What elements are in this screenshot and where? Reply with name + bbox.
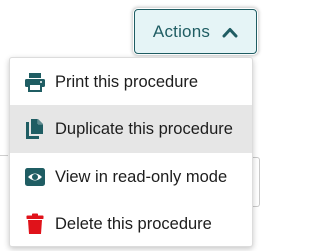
menu-item-read-only[interactable]: View in read-only mode [10, 153, 252, 201]
menu-item-label: Delete this procedure [55, 214, 212, 233]
menu-item-print[interactable]: Print this procedure [10, 58, 252, 106]
page: Actions Print this procedure Duplicate t… [0, 0, 262, 251]
menu-item-delete[interactable]: Delete this procedure [10, 200, 252, 246]
trash-icon [24, 213, 46, 235]
menu-item-label: View in read-only mode [55, 167, 228, 186]
background-divider [0, 155, 8, 156]
eye-icon [24, 166, 46, 188]
actions-button[interactable]: Actions [134, 9, 257, 54]
actions-menu: Print this procedure Duplicate this proc… [9, 57, 253, 247]
chevron-up-icon [222, 27, 238, 37]
copy-icon [24, 118, 46, 140]
actions-button-label: Actions [152, 21, 211, 41]
menu-item-label: Duplicate this procedure [55, 119, 233, 138]
menu-item-duplicate[interactable]: Duplicate this procedure [10, 105, 252, 153]
menu-item-label: Print this procedure [55, 72, 199, 91]
printer-icon [24, 71, 46, 93]
